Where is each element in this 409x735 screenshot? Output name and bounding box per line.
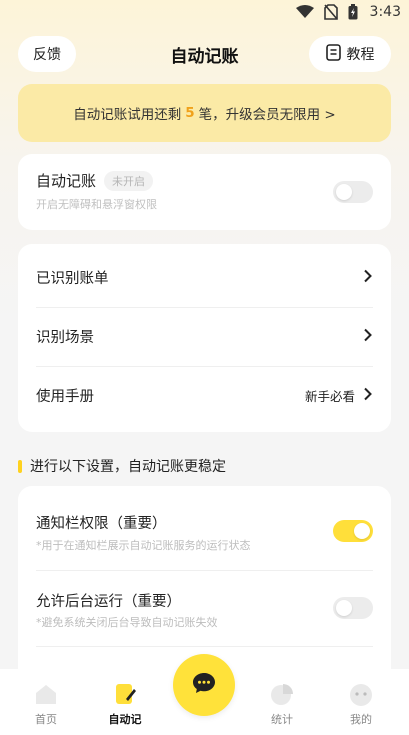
chat-bubble-icon	[192, 672, 216, 698]
menu-card: 已识别账单 识别场景 使用手册 新手必看	[18, 244, 391, 432]
menu-item-label: 使用手册	[36, 388, 94, 405]
note-pencil-icon	[112, 681, 138, 707]
wifi-icon	[295, 5, 314, 19]
tab-statistics[interactable]: 统计	[252, 681, 312, 727]
divider	[36, 646, 373, 647]
tab-label: 我的	[350, 713, 372, 726]
status-badge: 未开启	[104, 170, 154, 191]
chat-fab-button[interactable]	[173, 654, 235, 716]
pie-chart-icon	[269, 681, 295, 707]
section-title: 进行以下设置，自动记账更稳定	[30, 459, 226, 475]
tab-label: 首页	[35, 713, 57, 726]
menu-item-recognition-scenes[interactable]: 识别场景	[18, 307, 391, 365]
background-run-subtitle: *避免系统关闭后台导致自动记账失效	[36, 616, 218, 629]
trial-prefix: 自动记账试用还剩	[73, 107, 182, 123]
header: 反馈 自动记账 教程	[0, 34, 409, 74]
profile-face-icon	[348, 681, 374, 707]
menu-item-user-manual[interactable]: 使用手册 新手必看	[18, 366, 391, 424]
toggle-knob	[336, 600, 352, 616]
home-icon	[33, 681, 59, 707]
status-time: 3:43	[369, 4, 401, 20]
status-bar: 3:43	[0, 0, 409, 26]
section-accent-bar	[18, 459, 22, 473]
auto-bookkeeping-title: 自动记账	[36, 172, 97, 190]
auto-bookkeeping-toggle[interactable]	[333, 181, 373, 203]
chevron-right-icon	[363, 386, 373, 405]
tab-home[interactable]: 首页	[16, 681, 76, 727]
menu-item-label: 识别场景	[36, 329, 94, 346]
auto-bookkeeping-subtitle: 开启无障碍和悬浮窗权限	[36, 198, 157, 211]
tutorial-label: 教程	[346, 47, 375, 63]
chevron-right-icon	[363, 327, 373, 346]
battery-charging-icon	[348, 4, 358, 20]
trial-remaining-count: 5	[185, 105, 195, 121]
book-icon	[325, 43, 341, 65]
divider	[36, 570, 373, 571]
no-sim-icon	[323, 4, 338, 20]
trial-suffix: 笔，升级会员无限用 >	[198, 107, 336, 123]
background-run-toggle[interactable]	[333, 597, 373, 619]
notification-permission-subtitle: *用于在通知栏展示自动记账服务的运行状态	[36, 539, 251, 552]
menu-item-label: 已识别账单	[36, 270, 109, 287]
tab-label: 统计	[271, 713, 293, 726]
auto-bookkeeping-card: 自动记账 未开启 开启无障碍和悬浮窗权限	[18, 154, 391, 230]
tab-label: 自动记	[108, 713, 142, 726]
background-run-title: 允许后台运行（重要）	[36, 594, 181, 610]
notification-permission-toggle[interactable]	[333, 520, 373, 542]
trial-upgrade-banner[interactable]: 自动记账试用还剩 5 笔，升级会员无限用 >	[18, 84, 391, 142]
tab-auto-bookkeeping[interactable]: 自动记	[95, 681, 155, 727]
tutorial-button[interactable]: 教程	[309, 36, 391, 72]
tab-profile[interactable]: 我的	[331, 681, 391, 727]
newbie-must-read-label: 新手必看	[304, 388, 355, 404]
menu-item-recognized-bills[interactable]: 已识别账单	[18, 248, 391, 306]
notification-permission-title: 通知栏权限（重要）	[36, 516, 167, 532]
toggle-knob	[336, 184, 352, 200]
chevron-right-icon	[363, 268, 373, 287]
toggle-knob	[354, 523, 370, 539]
section-heading: 进行以下设置，自动记账更稳定	[18, 456, 226, 476]
